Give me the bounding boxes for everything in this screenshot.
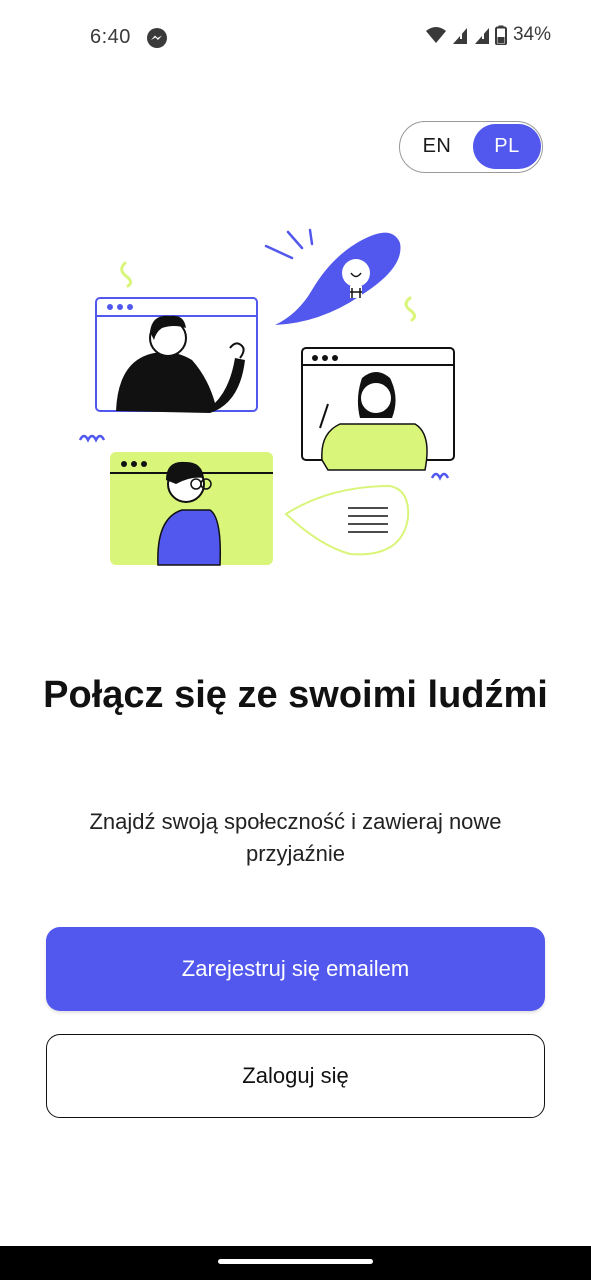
chat-bubble <box>284 484 410 556</box>
status-time: 6:40 <box>90 26 131 48</box>
messenger-icon <box>147 28 167 48</box>
status-icons: 34% <box>425 24 551 46</box>
battery-percent: 34% <box>512 24 551 45</box>
language-option-en[interactable]: EN <box>404 124 470 169</box>
register-email-button[interactable]: Zarejestruj się emailem <box>46 927 545 1011</box>
video-window-2 <box>301 347 455 471</box>
wifi-icon <box>425 27 446 43</box>
status-bar: 6:40 34% <box>0 0 591 78</box>
page-subtitle: Znajdź swoją społeczność i zawieraj nowe… <box>89 809 502 866</box>
lightbulb-bubble <box>264 228 401 325</box>
people-connecting-illustration <box>78 228 455 566</box>
language-option-pl[interactable]: PL <box>473 124 541 169</box>
video-window-1 <box>95 297 258 413</box>
login-button[interactable]: Zaloguj się <box>46 1034 545 1118</box>
video-window-3 <box>110 452 273 566</box>
home-indicator[interactable] <box>218 1259 373 1264</box>
page-title: Połącz się ze swoimi ludźmi <box>43 674 548 716</box>
system-nav-bar <box>0 1246 591 1280</box>
signal-icon <box>452 28 467 44</box>
welcome-screen: 6:40 34% EN PL Połącz się ze swoimi ludź… <box>0 0 591 1280</box>
battery-icon <box>494 25 507 45</box>
signal-icon <box>474 28 489 44</box>
language-toggle[interactable]: EN PL <box>399 121 543 173</box>
